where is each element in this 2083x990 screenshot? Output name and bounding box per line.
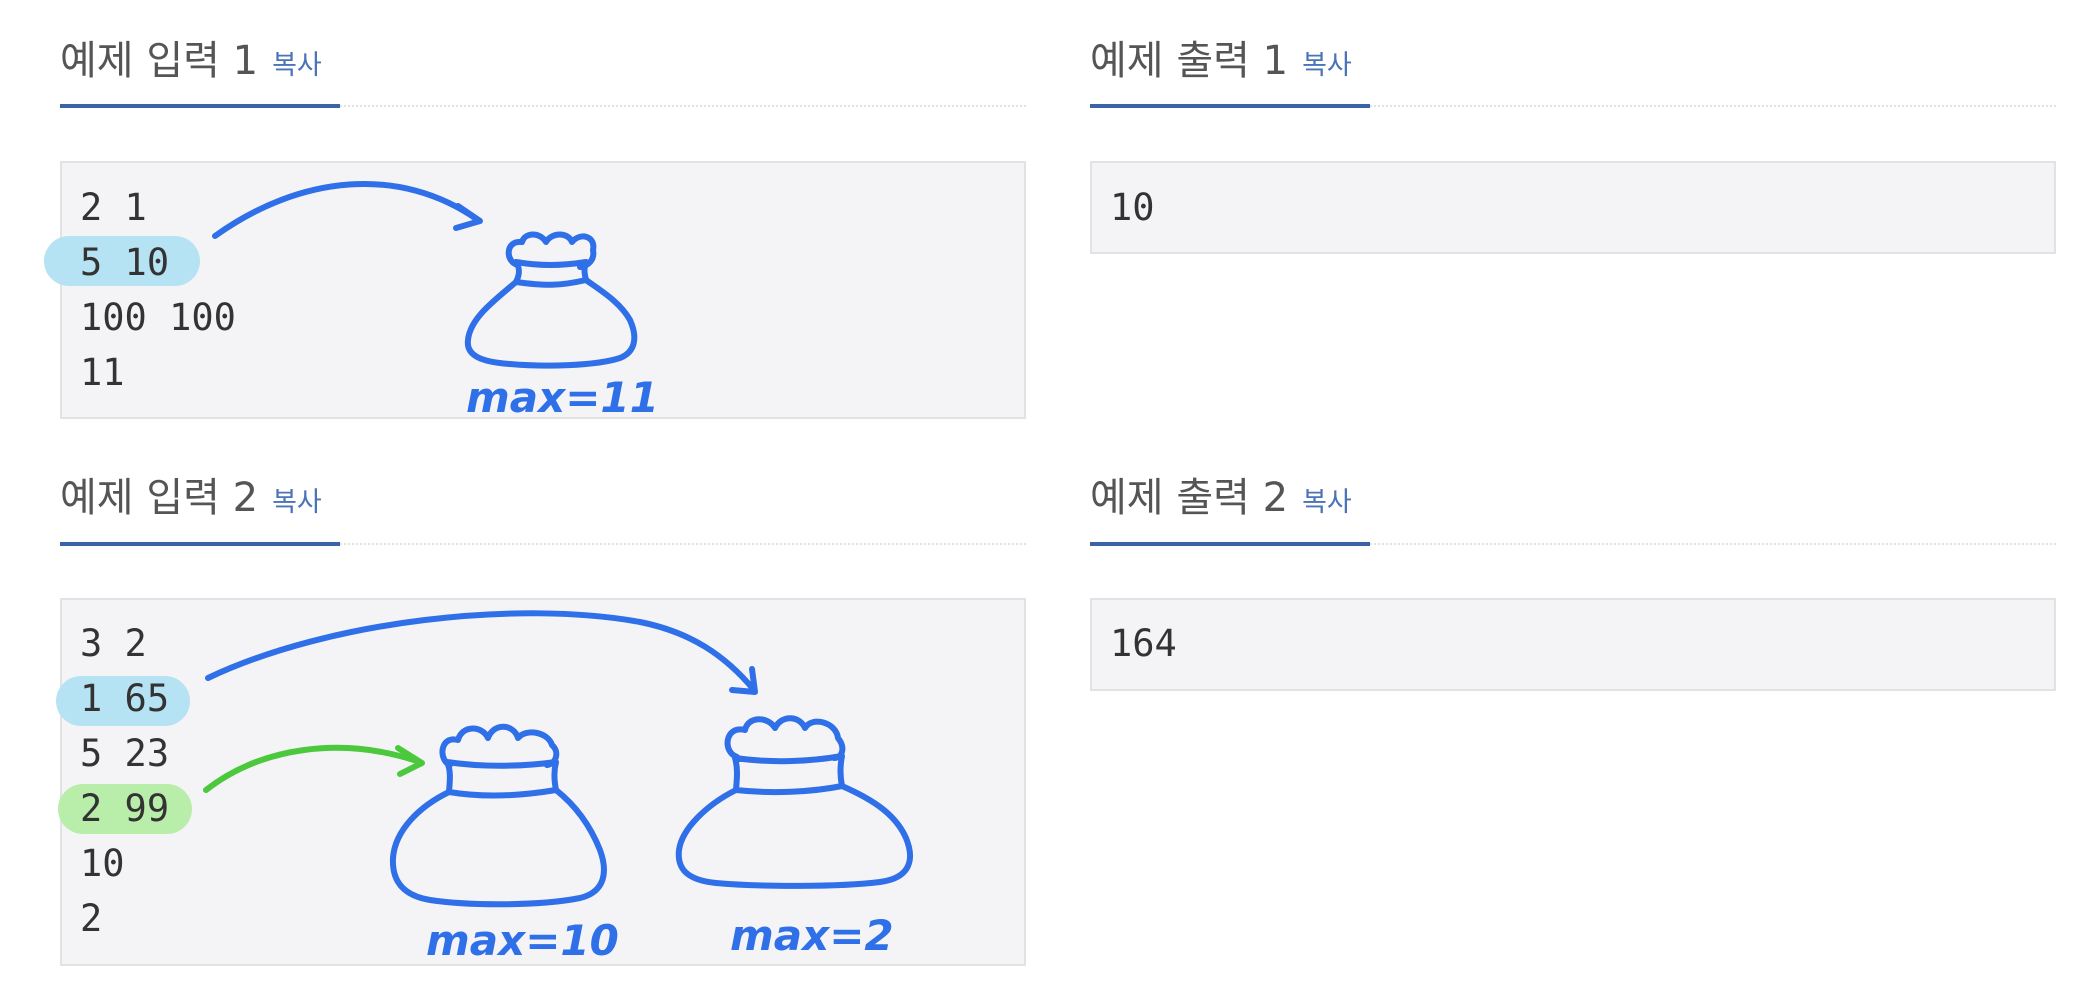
bag-1-label: max=11 xyxy=(466,373,659,422)
arrowhead-icon xyxy=(453,203,483,231)
bag-icon xyxy=(464,231,638,369)
arrow-icon xyxy=(203,744,423,793)
bag-icon xyxy=(675,715,913,889)
bag-2-label: max=10 xyxy=(426,916,619,965)
arrow-icon xyxy=(212,180,481,239)
arrow-icon xyxy=(205,610,757,693)
bag-3-label: max=2 xyxy=(730,911,894,960)
bag-icon xyxy=(389,723,607,908)
annotation-overlay: max=11 max=10 max=2 xyxy=(203,180,913,965)
